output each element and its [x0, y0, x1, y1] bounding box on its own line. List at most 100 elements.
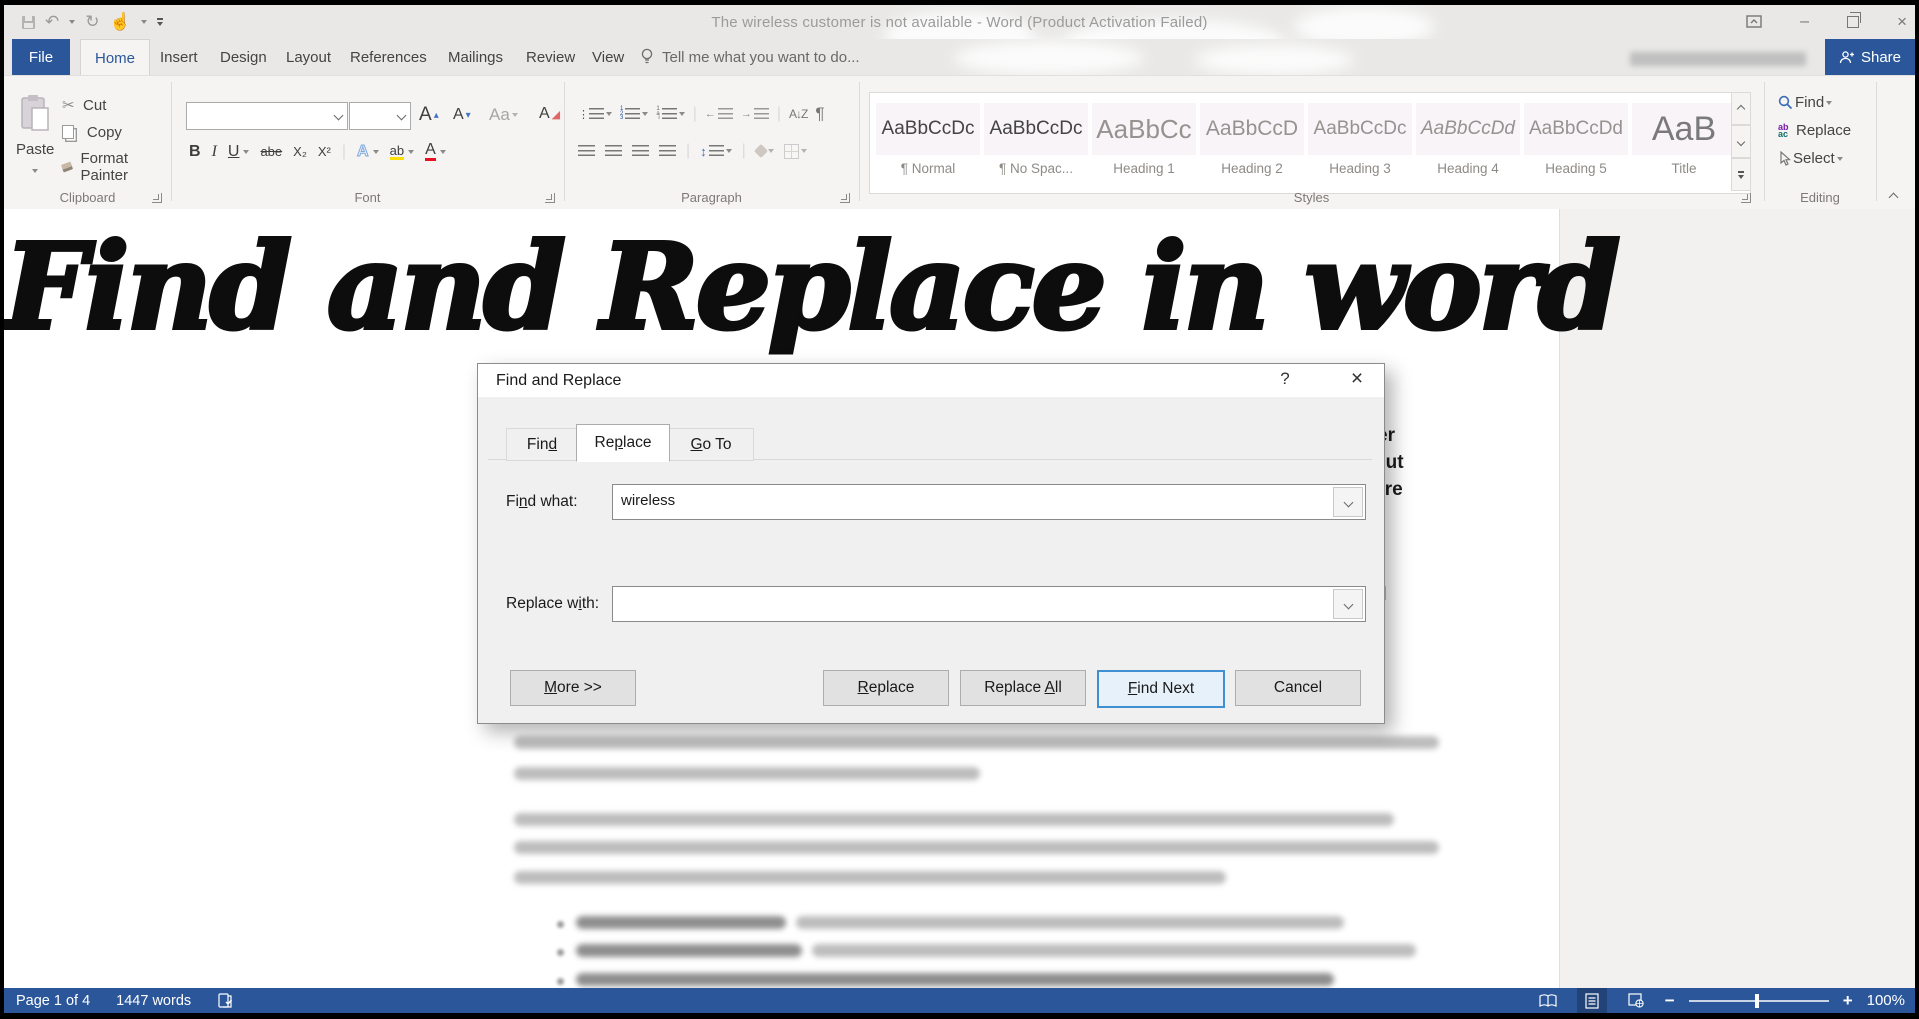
- subscript-button[interactable]: X₂: [293, 144, 307, 159]
- line-spacing-button[interactable]: ↕: [700, 144, 732, 159]
- find-what-combobox[interactable]: wireless: [612, 484, 1366, 520]
- show-hide-pilcrow-button[interactable]: ¶: [815, 104, 824, 124]
- minimize-icon[interactable]: –: [1800, 13, 1809, 31]
- select-button[interactable]: Select: [1778, 150, 1843, 167]
- replace-with-dropdown-button[interactable]: [1333, 589, 1363, 619]
- underline-button[interactable]: U: [228, 143, 240, 161]
- tab-mailings[interactable]: Mailings: [434, 39, 517, 75]
- format-painter-button[interactable]: Format Painter: [62, 150, 171, 184]
- proofing-status-icon[interactable]: [217, 993, 234, 1009]
- tab-file[interactable]: File: [12, 39, 70, 75]
- align-left-button[interactable]: [578, 145, 595, 157]
- text-effects-dropdown-icon[interactable]: [373, 150, 379, 154]
- font-color-dropdown-icon[interactable]: [440, 150, 446, 154]
- paragraph-dialog-launcher[interactable]: [840, 193, 850, 203]
- highlight-dropdown-icon[interactable]: [408, 150, 414, 154]
- style-heading4[interactable]: AaBbCcDdHeading 4: [1416, 103, 1520, 189]
- web-layout-button[interactable]: [1621, 988, 1651, 1013]
- cancel-button[interactable]: Cancel: [1235, 670, 1361, 706]
- copy-button[interactable]: Copy: [62, 123, 122, 141]
- zoom-out-button[interactable]: −: [1665, 992, 1675, 1009]
- dialog-close-button[interactable]: ×: [1340, 367, 1374, 394]
- replace-button-dialog[interactable]: Replace: [823, 670, 949, 706]
- strikethrough-button[interactable]: abe: [260, 144, 282, 159]
- share-button[interactable]: Share: [1825, 39, 1915, 75]
- find-button[interactable]: Find: [1778, 94, 1832, 111]
- page-indicator[interactable]: Page 1 of 4: [16, 993, 90, 1009]
- styles-scroll-up[interactable]: [1731, 92, 1751, 125]
- zoom-in-button[interactable]: +: [1843, 992, 1853, 1009]
- collapse-ribbon-button[interactable]: [1890, 188, 1897, 206]
- ribbon-display-options-icon[interactable]: [1746, 15, 1762, 29]
- paste-button[interactable]: Paste: [16, 94, 54, 178]
- cut-button[interactable]: ✂ Cut: [62, 96, 106, 114]
- multilevel-list-button[interactable]: 1 a i: [656, 107, 684, 121]
- borders-button[interactable]: [784, 144, 807, 159]
- style-no-spacing[interactable]: AaBbCcDc¶ No Spac...: [984, 103, 1088, 189]
- tab-insert[interactable]: Insert: [146, 39, 212, 75]
- superscript-button[interactable]: X²: [318, 144, 331, 159]
- tab-references[interactable]: References: [336, 39, 441, 75]
- print-layout-button[interactable]: [1577, 988, 1607, 1013]
- read-mode-button[interactable]: [1533, 988, 1563, 1013]
- tab-view[interactable]: View: [578, 39, 638, 75]
- align-center-button[interactable]: [605, 145, 622, 157]
- styles-dialog-launcher[interactable]: [1741, 193, 1751, 203]
- restore-icon[interactable]: [1847, 16, 1859, 28]
- close-icon[interactable]: ×: [1897, 12, 1907, 32]
- shrink-font-button[interactable]: A▾: [453, 106, 471, 124]
- align-right-button[interactable]: [632, 145, 649, 157]
- font-name-combobox[interactable]: [186, 102, 348, 130]
- word-count[interactable]: 1447 words: [116, 993, 191, 1009]
- styles-scroll-down[interactable]: [1731, 125, 1751, 158]
- document-area[interactable]: Find and Replace in word er out Are d Fi…: [4, 209, 1915, 988]
- clear-formatting-button[interactable]: A◢: [539, 105, 560, 123]
- change-case-button[interactable]: Aa: [489, 105, 518, 125]
- italic-button[interactable]: I: [212, 143, 217, 161]
- style-normal[interactable]: AaBbCcDc¶ Normal: [876, 103, 980, 189]
- dialog-tab-replace[interactable]: Replace: [576, 424, 670, 462]
- numbering-button[interactable]: 1 2 3: [620, 107, 648, 121]
- style-title[interactable]: AaBTitle: [1632, 103, 1736, 189]
- clipboard-dialog-launcher[interactable]: [152, 193, 162, 203]
- replace-with-combobox[interactable]: [612, 586, 1366, 622]
- style-heading2[interactable]: AaBbCcDHeading 2: [1200, 103, 1304, 189]
- style-heading1[interactable]: AaBbCcHeading 1: [1092, 103, 1196, 189]
- font-size-combobox[interactable]: [349, 102, 411, 130]
- justify-button[interactable]: [659, 145, 676, 157]
- font-dialog-launcher[interactable]: [545, 193, 555, 203]
- find-dropdown-icon[interactable]: [1826, 101, 1832, 105]
- text-effects-button[interactable]: A: [357, 143, 369, 161]
- replace-button[interactable]: abac Replace: [1778, 122, 1851, 139]
- underline-dropdown-icon[interactable]: [243, 150, 249, 154]
- dialog-title-bar[interactable]: Find and Replace: [478, 364, 1384, 397]
- zoom-slider-thumb[interactable]: [1755, 994, 1759, 1008]
- grow-font-button[interactable]: A▴: [419, 104, 439, 126]
- dialog-tab-find[interactable]: Find: [506, 428, 578, 461]
- select-dropdown-icon[interactable]: [1837, 157, 1843, 161]
- sort-button[interactable]: A↓Z: [789, 107, 807, 121]
- decrease-indent-button[interactable]: ←: [705, 108, 733, 120]
- style-heading5[interactable]: AaBbCcDdHeading 5: [1524, 103, 1628, 189]
- increase-indent-button[interactable]: →: [741, 108, 769, 120]
- highlight-button[interactable]: ab: [390, 144, 404, 160]
- style-heading3[interactable]: AaBbCcDcHeading 3: [1308, 103, 1412, 189]
- dialog-tab-goto[interactable]: Go To: [668, 428, 754, 461]
- more-button[interactable]: More >>: [510, 670, 636, 706]
- bullets-button[interactable]: ⋮: [578, 108, 612, 121]
- tab-design[interactable]: Design: [206, 39, 281, 75]
- paste-dropdown-icon[interactable]: [32, 169, 38, 173]
- shading-button[interactable]: [756, 146, 774, 156]
- dialog-help-button[interactable]: ?: [1270, 369, 1300, 393]
- zoom-slider[interactable]: [1689, 1000, 1829, 1002]
- font-color-button[interactable]: A: [425, 142, 436, 161]
- zoom-level[interactable]: 100%: [1867, 992, 1905, 1009]
- find-what-dropdown-button[interactable]: [1333, 487, 1363, 517]
- find-next-button[interactable]: Find Next: [1097, 670, 1225, 708]
- tab-layout[interactable]: Layout: [272, 39, 345, 75]
- tab-home[interactable]: Home: [80, 39, 150, 76]
- replace-all-button[interactable]: Replace All: [960, 670, 1086, 706]
- tell-me-box[interactable]: Tell me what you want to do...: [640, 39, 860, 75]
- styles-gallery-more[interactable]: [1731, 158, 1751, 191]
- bold-button[interactable]: B: [189, 143, 201, 161]
